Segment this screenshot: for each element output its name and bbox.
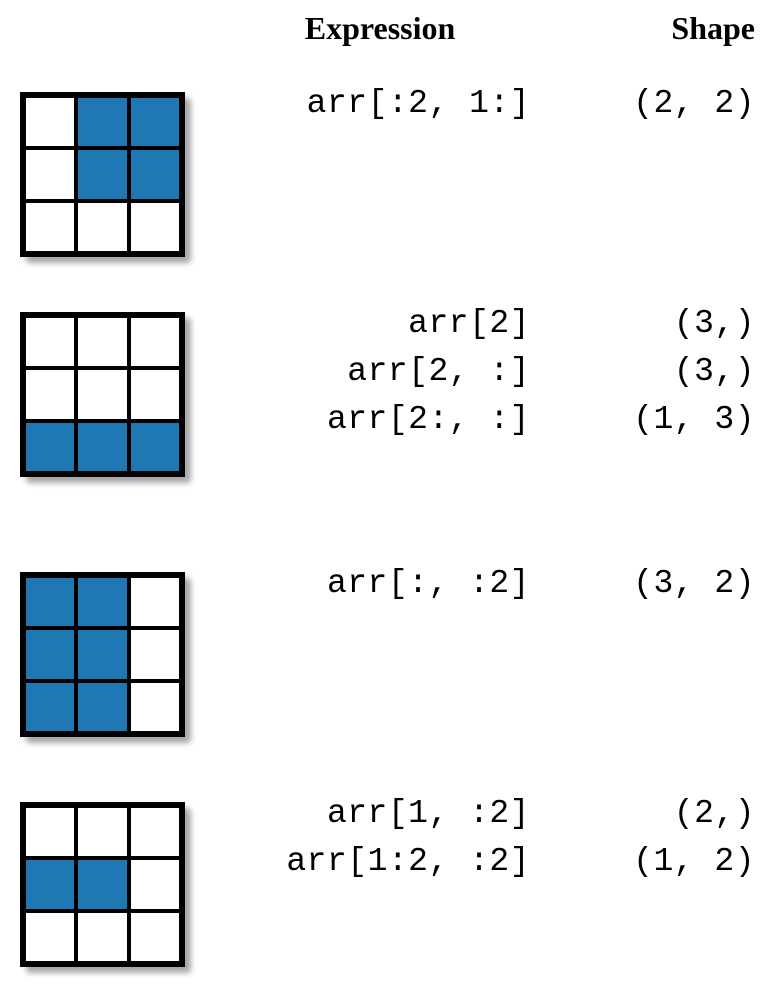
shape-text: (1, 3) (565, 396, 755, 444)
expression-text: arr[1, :2] (230, 790, 530, 838)
grid-cell (129, 96, 181, 148)
expression-text: arr[2] (230, 300, 530, 348)
grid-cell (24, 421, 76, 473)
shapes-col-4: (2,) (1, 2) (565, 790, 755, 886)
grid-cell (76, 576, 128, 628)
shapes-col-1: (2, 2) (565, 80, 755, 128)
expression-text: arr[:2, 1:] (230, 80, 530, 128)
grid-cell (129, 806, 181, 858)
shape-text: (2,) (565, 790, 755, 838)
expressions-col-1: arr[:2, 1:] (230, 80, 530, 128)
shape-text: (3, 2) (565, 560, 755, 608)
grid-cell (76, 316, 128, 368)
shapes-col-2: (3,) (3,) (1, 3) (565, 300, 755, 444)
grid-cell (76, 421, 128, 473)
expression-header: Expression (280, 10, 480, 47)
expression-text: arr[:, :2] (230, 560, 530, 608)
grid-cell (24, 96, 76, 148)
grid-cell (129, 858, 181, 910)
expressions-col-2: arr[2] arr[2, :] arr[2:, :] (230, 300, 530, 444)
shape-text: (3,) (565, 348, 755, 396)
grid-cell (24, 911, 76, 963)
expressions-col-3: arr[:, :2] (230, 560, 530, 608)
grid-cell (129, 628, 181, 680)
grid-cell (24, 681, 76, 733)
expression-text: arr[2:, :] (230, 396, 530, 444)
array-grid-2 (20, 312, 185, 477)
shape-text: (3,) (565, 300, 755, 348)
expression-text: arr[2, :] (230, 348, 530, 396)
grid-cell (76, 806, 128, 858)
array-grid-1 (20, 92, 185, 257)
grid-cell (76, 628, 128, 680)
grid-cell (24, 628, 76, 680)
grid-cell (24, 368, 76, 420)
shape-text: (2, 2) (565, 80, 755, 128)
grid-cell (76, 368, 128, 420)
grid-wrap-2 (20, 312, 185, 477)
grid-cell (24, 148, 76, 200)
shape-header: Shape (605, 10, 755, 47)
grid-wrap-4 (20, 802, 185, 967)
grid-cell (129, 681, 181, 733)
array-grid-4 (20, 802, 185, 967)
expressions-col-4: arr[1, :2] arr[1:2, :2] (230, 790, 530, 886)
grid-cell (76, 681, 128, 733)
shapes-col-3: (3, 2) (565, 560, 755, 608)
grid-cell (129, 148, 181, 200)
grid-cell (76, 911, 128, 963)
grid-cell (24, 806, 76, 858)
grid-wrap-3 (20, 572, 185, 737)
grid-cell (129, 368, 181, 420)
grid-cell (129, 911, 181, 963)
expression-text: arr[1:2, :2] (230, 838, 530, 886)
grid-cell (76, 96, 128, 148)
array-grid-3 (20, 572, 185, 737)
grid-cell (129, 316, 181, 368)
grid-cell (76, 148, 128, 200)
grid-cell (24, 858, 76, 910)
grid-cell (76, 858, 128, 910)
grid-cell (24, 201, 76, 253)
grid-cell (24, 316, 76, 368)
grid-cell (76, 201, 128, 253)
grid-cell (129, 201, 181, 253)
grid-cell (129, 421, 181, 473)
grid-wrap-1 (20, 92, 185, 257)
shape-text: (1, 2) (565, 838, 755, 886)
grid-cell (24, 576, 76, 628)
grid-cell (129, 576, 181, 628)
